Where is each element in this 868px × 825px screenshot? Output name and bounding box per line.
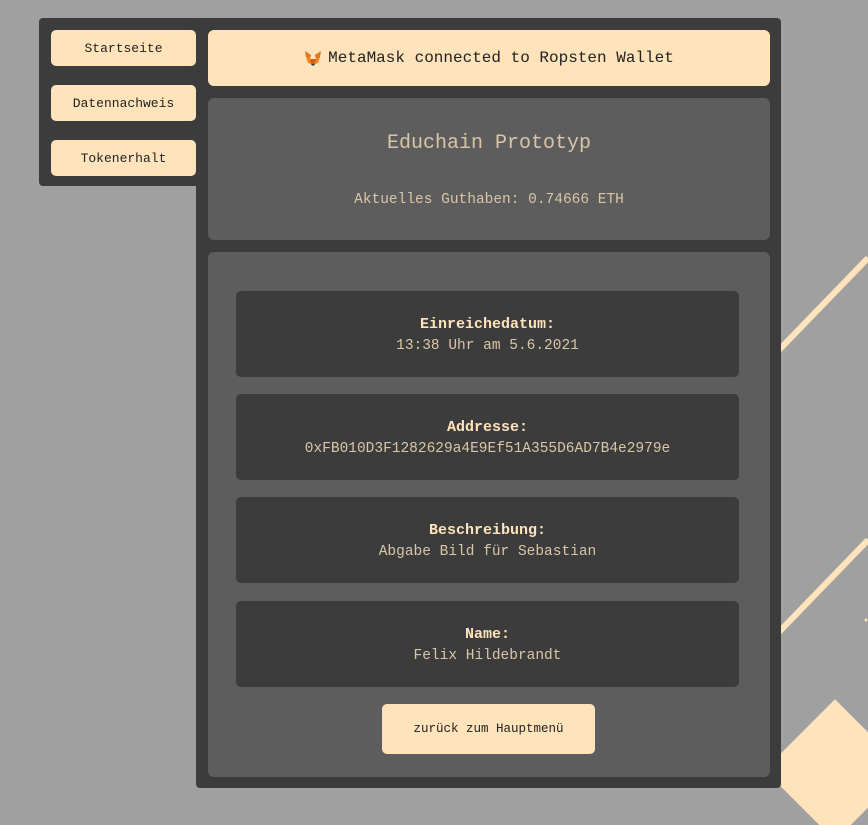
balance-text: Aktuelles Guthaben: 0.74666 ETH <box>354 192 624 208</box>
detail-label: Beschreibung: <box>428 522 547 539</box>
detail-label: Name: <box>464 626 510 643</box>
decor-line-lower <box>776 537 868 635</box>
detail-label: Einreichedatum: <box>419 316 556 333</box>
wallet-status-text: MetaMask connected to Ropsten Wallet <box>328 49 674 67</box>
detail-value: 0xFB010D3F1282629a4E9Ef51A355D6AD7B4e297… <box>304 441 671 457</box>
detail-card-address: Addresse: 0xFB010D3F1282629a4E9Ef51A355D… <box>236 394 739 480</box>
back-to-main-menu-button[interactable]: zurück zum Hauptmenü <box>382 704 595 754</box>
page-title: Educhain Prototyp <box>386 132 592 155</box>
detail-card-description: Beschreibung: Abgabe Bild für Sebastian <box>236 497 739 583</box>
detail-value: 13:38 Uhr am 5.6.2021 <box>396 338 579 354</box>
detail-label: Addresse: <box>446 419 528 436</box>
nav-item-startseite[interactable]: Startseite <box>51 30 196 66</box>
detail-card-name: Name: Felix Hildebrandt <box>236 601 739 687</box>
metamask-fox-icon <box>305 51 322 66</box>
nav-item-tokenerhalt[interactable]: Tokenerhalt <box>51 140 196 176</box>
decor-line-upper <box>776 255 868 353</box>
detail-value: Abgabe Bild für Sebastian <box>378 544 597 560</box>
nav-item-datennachweis[interactable]: Datennachweis <box>51 85 196 121</box>
detail-value: Felix Hildebrandt <box>413 648 562 664</box>
header-panel: Educhain Prototyp Aktuelles Guthaben: 0.… <box>208 98 770 240</box>
wallet-status-bar: MetaMask connected to Ropsten Wallet <box>208 30 770 86</box>
decor-dot <box>864 618 868 622</box>
detail-card-date: Einreichedatum: 13:38 Uhr am 5.6.2021 <box>236 291 739 377</box>
